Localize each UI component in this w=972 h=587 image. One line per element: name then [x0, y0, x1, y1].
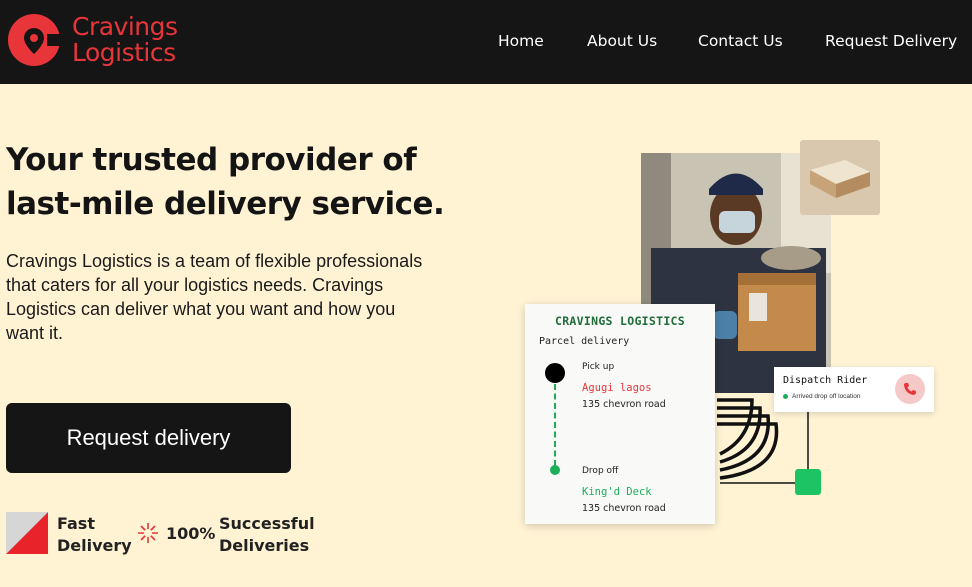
request-delivery-button[interactable]: Request delivery [6, 403, 291, 473]
top-navbar: Cravings Logistics Home About Us Contact… [0, 0, 972, 84]
nav-home[interactable]: Home [498, 32, 544, 50]
deliveries-label: Deliveries [219, 536, 310, 555]
fast-label: Fast [57, 514, 95, 533]
pickup-marker [545, 363, 565, 383]
nav-request-delivery[interactable]: Request Delivery [825, 32, 957, 50]
status-dot [783, 394, 788, 399]
pickup-place: Agugi lagos [582, 382, 652, 394]
dropoff-place: King'd Deck [582, 486, 652, 498]
pickup-label: Pick up [582, 362, 615, 372]
starburst-icon [138, 523, 158, 543]
successful-deliveries-badge: Successful Deliveries [219, 513, 315, 557]
delivery-card: CRAVINGS LOGISTICS Parcel delivery Pick … [525, 304, 715, 524]
rider-title: Dispatch Rider [783, 375, 868, 386]
brand-name-line1: Cravings [72, 12, 178, 41]
route-dashed-line [554, 384, 556, 466]
location-pin-icon [8, 14, 62, 66]
nav-about-us[interactable]: About Us [587, 32, 657, 50]
card-delivery-type: Parcel delivery [539, 336, 630, 347]
hero-description: Cravings Logistics is a team of flexible… [6, 251, 423, 343]
dropoff-marker [550, 465, 560, 475]
brand-name-line2: Logistics [72, 38, 176, 67]
brand-name: Cravings Logistics [72, 14, 178, 66]
rider-status-text: Arrived drop off location [792, 393, 861, 400]
parcel-image [800, 140, 880, 215]
pickup-address: 135 chevron road [582, 399, 666, 410]
call-button[interactable] [895, 374, 925, 404]
nav-contact-us[interactable]: Contact Us [698, 32, 783, 50]
successful-label: Successful [219, 514, 315, 533]
delivery-label: Delivery [57, 536, 132, 555]
hero-illustration: CRAVINGS LOGISTICS Parcel delivery Pick … [520, 138, 950, 538]
dispatch-rider-card: Dispatch Rider Arrived drop off location [774, 367, 934, 412]
green-marker [795, 469, 821, 495]
flag-icon [6, 512, 48, 554]
hero-title: Your trusted provider of last-mile deliv… [6, 142, 445, 222]
dropoff-label: Drop off [582, 466, 619, 476]
fast-delivery-badge: Fast Delivery [57, 513, 132, 557]
phone-icon [904, 383, 916, 395]
dropoff-address: 135 chevron road [582, 503, 666, 514]
rider-status: Arrived drop off location [783, 393, 861, 400]
brand-logo[interactable]: Cravings Logistics [6, 12, 178, 68]
success-percentage: 100% [166, 524, 216, 543]
card-brand: CRAVINGS LOGISTICS [554, 314, 686, 328]
